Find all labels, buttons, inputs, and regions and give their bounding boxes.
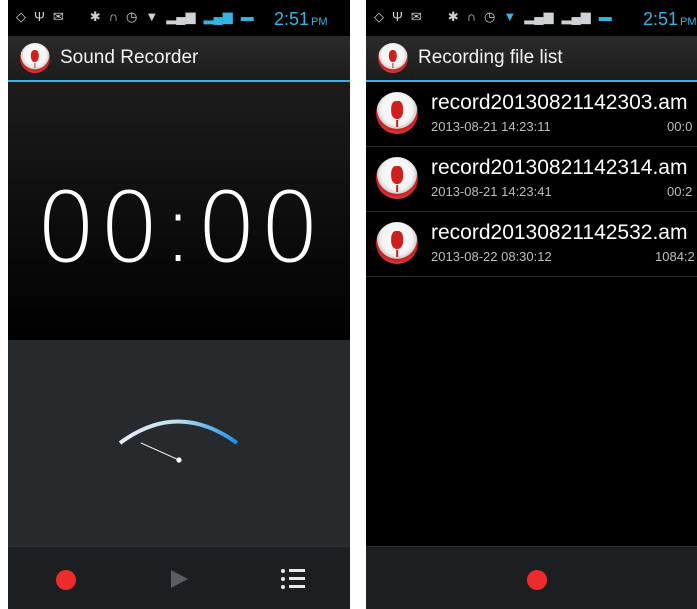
file-date: 2013-08-21 14:23:41 — [431, 184, 552, 199]
file-name: record20130821142314.am — [431, 156, 688, 179]
play-button[interactable] — [171, 570, 188, 588]
bluetooth-icon: ✱ — [447, 9, 459, 24]
gps-icon: ◇ — [16, 9, 26, 24]
file-duration: 1084:2 — [655, 249, 695, 264]
signal-icon-2: ▂▄▆ — [561, 9, 591, 24]
wifi-icon: ▼ — [145, 9, 159, 24]
file-list-button[interactable] — [281, 569, 305, 589]
recording-mic-icon — [376, 222, 418, 264]
app-title: Sound Recorder — [60, 47, 199, 68]
elapsed-timer: 00:00 — [35, 172, 323, 284]
list-item[interactable]: record20130821142314.am 2013-08-21 14:23… — [366, 147, 697, 212]
alarm-icon: ◷ — [126, 9, 138, 24]
bluetooth-icon: ✱ — [89, 9, 101, 24]
list-item[interactable]: record20130821142303.am 2013-08-21 14:23… — [366, 82, 697, 147]
signal-icon: ▂▄▆ — [524, 9, 554, 24]
action-bar: Sound Recorder — [8, 36, 350, 82]
mail-icon: ✉ — [410, 9, 422, 24]
list-item[interactable]: record20130821142532.am 2013-08-22 08:30… — [366, 212, 697, 277]
app-mic-icon — [378, 43, 408, 73]
sound-recorder-screen: ◇ Ψ ✉ ✱ ∩ ◷ ▼ ▂▄▆ ▂▄▆ ▬ 2:51 PM Sound Rec… — [8, 0, 350, 609]
file-date: 2013-08-21 14:23:11 — [431, 119, 551, 134]
wifi-icon: ▼ — [503, 9, 517, 24]
gps-icon: ◇ — [374, 9, 384, 24]
level-meter-panel — [8, 340, 350, 546]
screen-title: Recording file list — [418, 47, 563, 68]
headset-icon: ∩ — [108, 9, 119, 24]
clock: 2:51 PM — [643, 9, 697, 29]
usb-icon: Ψ — [392, 9, 403, 24]
mail-icon: ✉ — [52, 9, 64, 24]
status-bar-2: ◇ Ψ ✉ ✱ ∩ ◷ ▼ ▂▄▆ ▂▄▆ ▬ 2:51 PM — [366, 0, 697, 36]
control-bar-2 — [366, 546, 697, 609]
battery-icon: ▬ — [598, 9, 612, 24]
file-name: record20130821142303.am — [431, 91, 688, 114]
vu-meter-icon — [118, 419, 239, 463]
file-duration: 00:0 — [667, 119, 693, 134]
record-button[interactable] — [527, 570, 547, 590]
app-mic-icon — [20, 43, 50, 73]
file-list-screen: ◇ Ψ ✉ ✱ ∩ ◷ ▼ ▂▄▆ ▂▄▆ ▬ 2:51 PM Recording… — [366, 0, 697, 609]
recording-list: record20130821142303.am 2013-08-21 14:23… — [366, 82, 697, 277]
timer-panel: 00:00 — [8, 82, 350, 340]
headset-icon: ∩ — [466, 9, 477, 24]
file-duration: 00:2 — [667, 184, 693, 199]
recording-mic-icon — [376, 157, 418, 199]
clock: 2:51 PM — [274, 9, 328, 29]
file-name: record20130821142532.am — [431, 221, 688, 244]
status-bar: ◇ Ψ ✉ ✱ ∩ ◷ ▼ ▂▄▆ ▂▄▆ ▬ 2:51 PM — [8, 0, 350, 36]
file-date: 2013-08-22 08:30:12 — [431, 249, 552, 264]
usb-icon: Ψ — [34, 9, 45, 24]
signal-icon-2: ▂▄▆ — [203, 9, 233, 24]
signal-icon: ▂▄▆ — [166, 9, 196, 24]
battery-icon: ▬ — [240, 9, 254, 24]
record-button[interactable] — [56, 570, 76, 590]
control-bar — [8, 546, 350, 609]
alarm-icon: ◷ — [484, 9, 496, 24]
recording-mic-icon — [376, 92, 418, 134]
action-bar-2: Recording file list — [366, 36, 697, 82]
